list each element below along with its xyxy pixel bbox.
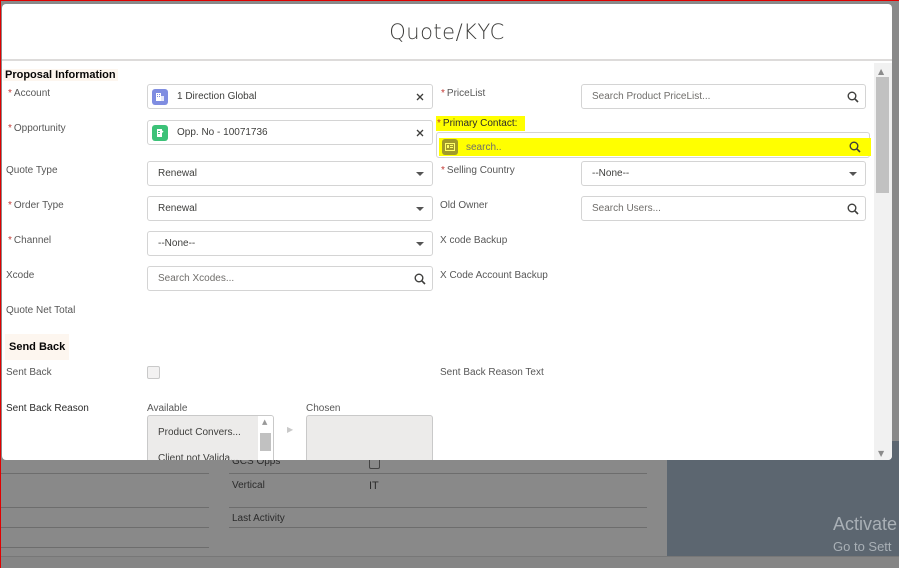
quote-net-total-label: Quote Net Total: [6, 305, 76, 316]
primary-contact-search-input[interactable]: search..: [436, 132, 871, 158]
pricelist-search-input[interactable]: Search Product PriceList...: [581, 84, 866, 109]
available-option[interactable]: Product Convers...: [158, 427, 241, 438]
chevron-down-icon: [410, 206, 430, 212]
x-code-backup-label: X code Backup: [440, 235, 508, 246]
search-icon[interactable]: [845, 141, 865, 153]
account-lookup[interactable]: 1 Direction Global: [147, 84, 433, 109]
opportunity-icon: [152, 124, 168, 141]
scroll-up-icon[interactable]: ▲: [262, 418, 267, 426]
sent-back-checkbox[interactable]: [147, 366, 160, 379]
modal-title: Quote/KYC: [389, 19, 505, 44]
available-listbox[interactable]: Product Convers... Client not Valida... …: [147, 415, 274, 460]
account-icon: [152, 88, 168, 105]
available-list-label: Available: [147, 403, 188, 414]
account-label: * Account: [8, 88, 51, 99]
scroll-thumb[interactable]: [876, 77, 889, 193]
chevron-down-icon: [410, 241, 430, 247]
chevron-down-icon: [410, 171, 430, 177]
quote-kyc-modal: Quote/KYC Proposal Information * Account …: [2, 4, 892, 460]
xcode-placeholder: Search Xcodes...: [158, 273, 235, 284]
opportunity-value: Opp. No - 10071736: [177, 127, 268, 138]
bg-divider: [229, 527, 647, 528]
order-type-label: * Order Type: [8, 200, 64, 211]
selling-country-label: * Selling Country: [441, 165, 515, 176]
xcode-search-input[interactable]: Search Xcodes...: [147, 266, 433, 291]
quote-type-label: Quote Type: [6, 165, 58, 176]
quote-type-value: Renewal: [158, 168, 197, 179]
bg-label-last-activity: Last Activity: [232, 513, 285, 524]
primary-contact-placeholder: search..: [466, 141, 502, 153]
scroll-up-icon[interactable]: ▲: [878, 67, 884, 76]
selling-country-select[interactable]: --None--: [581, 161, 866, 186]
bg-bottom-strip: [1, 556, 899, 568]
bg-divider: [1, 473, 209, 474]
bg-divider: [229, 473, 647, 474]
chosen-listbox[interactable]: [306, 415, 433, 460]
search-icon[interactable]: [410, 273, 430, 285]
scroll-down-icon[interactable]: ▼: [878, 449, 884, 458]
windows-activate-watermark: Activate: [833, 514, 898, 534]
old-owner-search-input[interactable]: Search Users...: [581, 196, 866, 221]
section-title-proposal-information: Proposal Information: [3, 69, 118, 81]
primary-contact-highlight: search..: [439, 138, 871, 156]
pricelist-label: * PriceList: [441, 88, 486, 99]
x-code-account-backup-label: X Code Account Backup: [440, 270, 548, 281]
available-list-scrollbar[interactable]: ▲: [258, 416, 273, 460]
scroll-thumb[interactable]: [260, 433, 271, 451]
channel-label: * Channel: [8, 235, 52, 246]
bg-divider: [1, 547, 209, 548]
opportunity-label: * Opportunity: [8, 123, 66, 134]
bg-value-vertical: IT: [369, 480, 379, 492]
available-option[interactable]: Client not Valida...: [158, 453, 238, 460]
modal-header: Quote/KYC: [2, 4, 892, 61]
search-icon[interactable]: [843, 203, 863, 215]
old-owner-label: Old Owner: [440, 200, 488, 211]
account-value: 1 Direction Global: [177, 91, 257, 102]
channel-value: --None--: [158, 238, 196, 249]
order-type-select[interactable]: Renewal: [147, 196, 433, 221]
pricelist-placeholder: Search Product PriceList...: [592, 91, 711, 102]
bg-divider: [1, 507, 209, 508]
modal-body: Proposal Information * Account 1 Directio…: [2, 63, 874, 460]
clear-account-icon[interactable]: [410, 92, 430, 102]
sent-back-label: Sent Back: [6, 367, 52, 378]
selling-country-value: --None--: [592, 168, 630, 179]
sent-back-reason-text-label: Sent Back Reason Text: [440, 367, 544, 378]
bg-divider: [229, 507, 647, 508]
opportunity-lookup[interactable]: Opp. No - 10071736: [147, 120, 433, 145]
old-owner-placeholder: Search Users...: [592, 203, 661, 214]
quote-type-select[interactable]: Renewal: [147, 161, 433, 186]
contact-icon: [442, 139, 458, 155]
order-type-value: Renewal: [158, 203, 197, 214]
clear-opportunity-icon[interactable]: [410, 128, 430, 138]
move-right-icon[interactable]: ▶: [287, 425, 293, 434]
section-title-send-back: Send Back: [5, 334, 70, 360]
channel-select[interactable]: --None--: [147, 231, 433, 256]
bg-label-vertical: Vertical: [232, 480, 265, 491]
primary-contact-label: * Primary Contact:: [436, 116, 526, 131]
bg-divider: [1, 527, 209, 528]
chosen-list-label: Chosen: [306, 403, 341, 414]
sent-back-reason-label: Sent Back Reason: [6, 403, 89, 414]
chevron-down-icon: [843, 171, 863, 177]
search-icon[interactable]: [843, 91, 863, 103]
windows-activate-subtitle: Go to Sett: [833, 539, 892, 554]
xcode-label: Xcode: [6, 270, 35, 281]
modal-scrollbar[interactable]: ▲ ▼: [874, 63, 892, 460]
